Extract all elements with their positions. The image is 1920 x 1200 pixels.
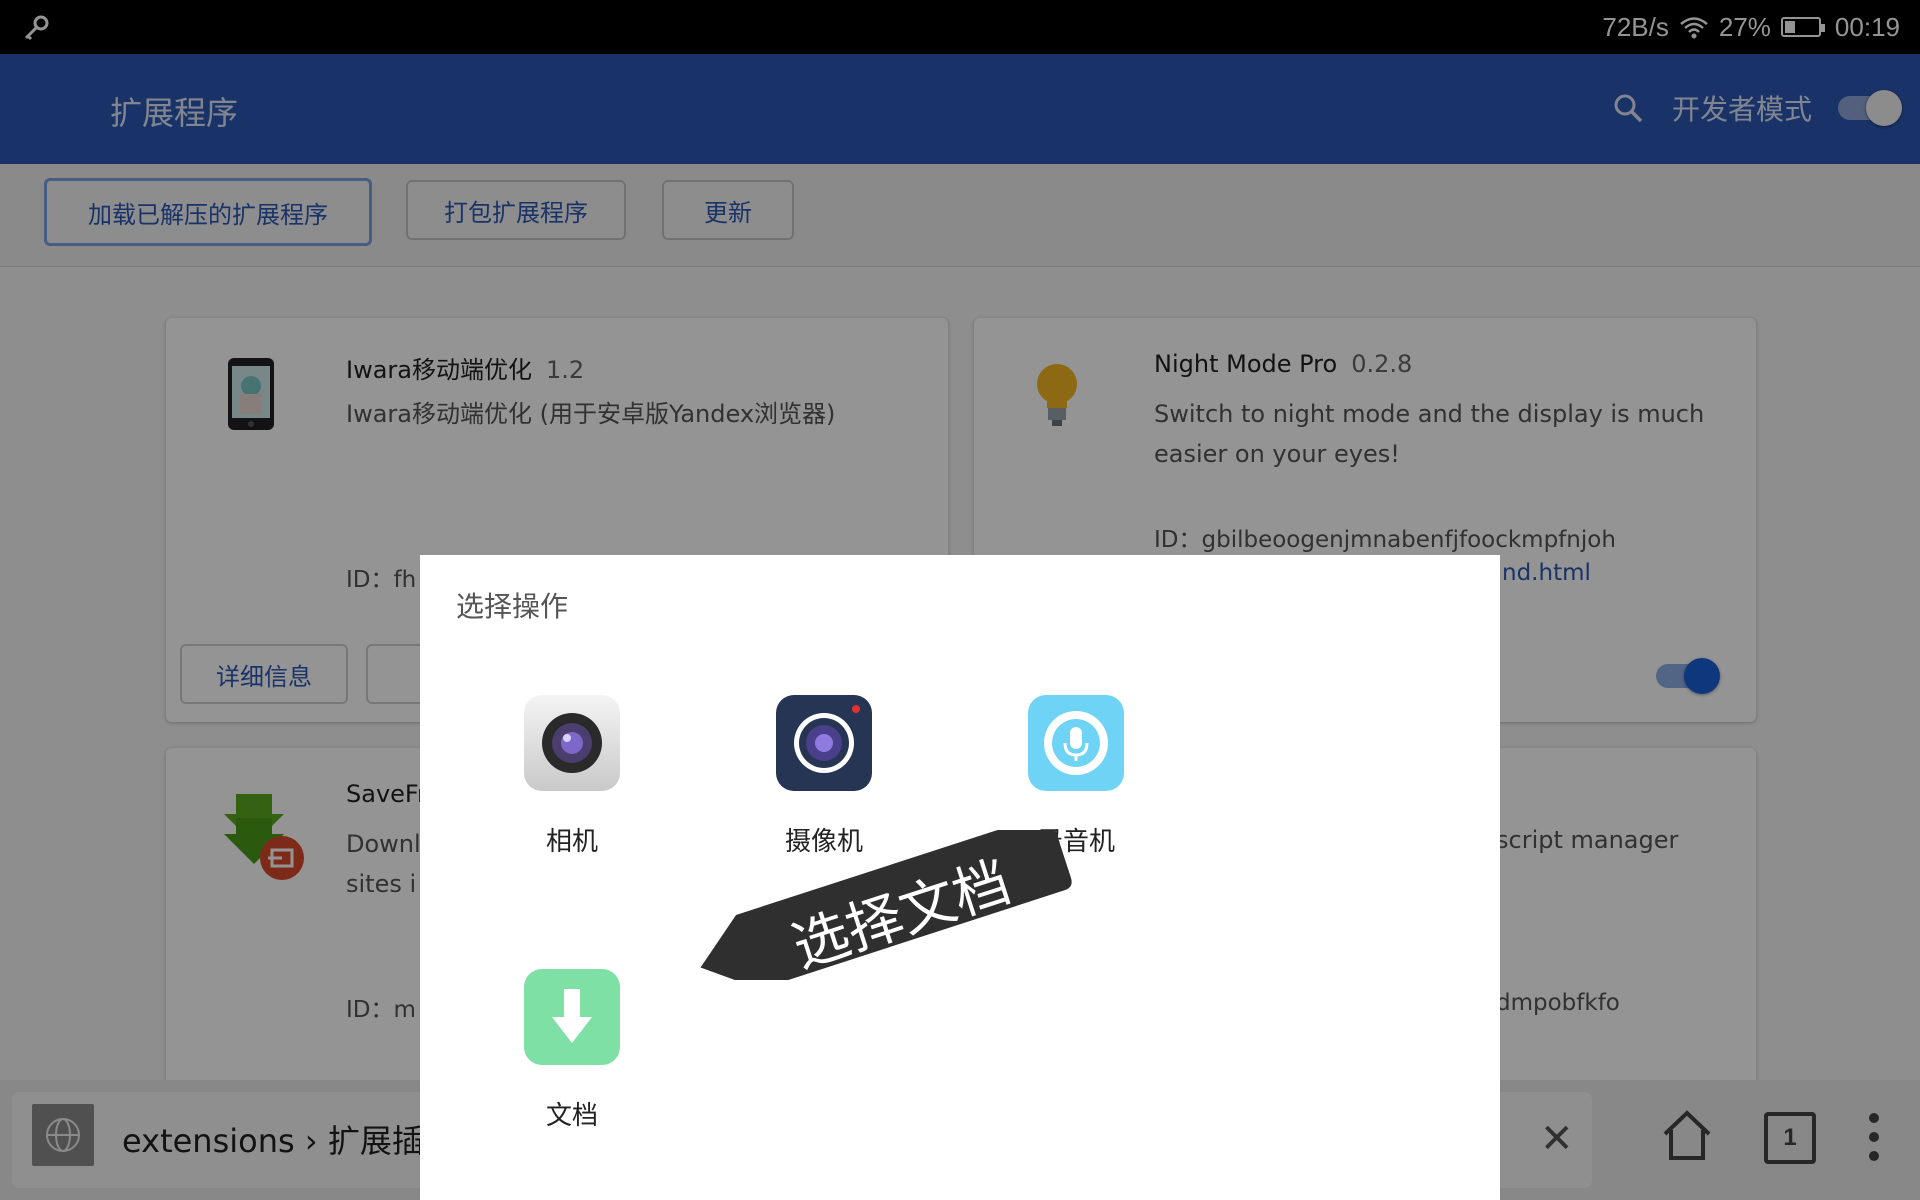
- download-document-icon: [524, 969, 620, 1065]
- video-camera-icon: [776, 695, 872, 791]
- app-label: 相机: [545, 827, 598, 857]
- app-label: 文档: [545, 1101, 598, 1131]
- dialog-title: 选择操作: [456, 590, 569, 623]
- microphone-icon: [1028, 695, 1124, 791]
- select-document-tooltip: 选择文档: [680, 830, 1080, 981]
- app-option-camera[interactable]: 相机: [482, 695, 662, 858]
- camera-icon: [524, 695, 620, 791]
- app-option-documents[interactable]: 文档: [482, 969, 662, 1132]
